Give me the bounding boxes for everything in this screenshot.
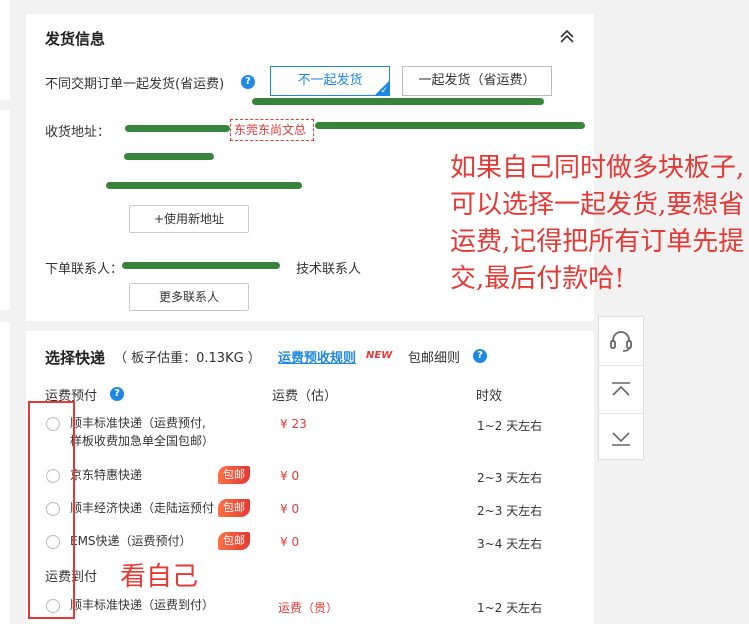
help-icon[interactable]: ? — [241, 75, 255, 89]
courier-name: EMS快递（运费预付） — [70, 534, 192, 548]
courier-name: 顺丰标准快递（运费到付） — [70, 598, 215, 612]
free-shipping-badge: 包邮 — [218, 532, 250, 550]
ship-together-option[interactable]: 一起发货（省运费） — [402, 66, 552, 96]
help-icon[interactable]: ? — [473, 349, 487, 363]
scroll-to-bottom-icon — [612, 432, 630, 446]
ship-separately-label: 不一起发货 — [297, 73, 363, 88]
new-badge: NEW — [366, 350, 393, 361]
courier-time: 2~3 天左右 — [477, 471, 543, 485]
col-fee: 运费（估） — [272, 389, 338, 404]
weight-note: （ 板子估重：0.13KG ） — [114, 351, 261, 366]
address-label: 收货地址： — [45, 125, 111, 140]
courier-time: 1~2 天左右 — [477, 601, 543, 615]
redaction-mark — [315, 122, 585, 129]
courier-time: 2~3 天左右 — [477, 504, 543, 518]
back-to-top-button[interactable] — [599, 365, 643, 414]
tech-contact-label: 技术联系人 — [296, 262, 362, 277]
left-panel-strip — [0, 110, 10, 310]
courier-time: 1~2 天左右 — [477, 419, 543, 433]
address-tag-text: 东莞东尚文总 — [234, 123, 307, 137]
collapse-chevron-icon[interactable] — [558, 28, 576, 44]
redaction-mark — [106, 182, 302, 189]
redaction-mark — [124, 153, 214, 160]
side-toolbar — [598, 316, 644, 460]
courier-price: ¥ 23 — [280, 417, 307, 431]
redaction-mark — [125, 125, 230, 132]
shipping-title: 发货信息 — [45, 30, 106, 48]
more-contacts-button[interactable]: 更多联系人 — [129, 283, 249, 311]
same-ship-label: 不同交期订单一起发货(省运费) — [45, 77, 225, 92]
courier-price: ¥ 0 — [280, 502, 300, 516]
ship-together-label: 一起发货（省运费） — [418, 73, 536, 88]
use-new-address-button[interactable]: +使用新地址 — [129, 205, 249, 233]
back-to-top-icon — [612, 382, 630, 396]
free-shipping-badge: 包邮 — [218, 499, 250, 517]
courier-name: 顺丰标准快递（运费预付, 样板收费加急单全国包邮） — [70, 416, 215, 448]
shipping-rules-link[interactable]: 运费预收规则 — [278, 347, 356, 366]
left-panel-strip — [0, 322, 10, 624]
redaction-mark — [252, 98, 544, 105]
courier-price: ¥ 0 — [280, 535, 300, 549]
free-shipping-rules[interactable]: 包邮细则 — [408, 347, 460, 366]
help-icon[interactable]: ? — [110, 387, 124, 401]
redaction-mark — [122, 262, 280, 269]
ship-separately-option[interactable]: 不一起发货 ✓ — [270, 66, 390, 96]
order-contact-label: 下单联系人： — [45, 262, 124, 277]
annotation-note: 如果自己同时做多块板子,可以选择一起发货,要想省运费,记得把所有订单先提交,最后… — [450, 153, 745, 294]
check-icon: ✓ — [380, 86, 388, 96]
courier-name: 顺丰经济快递（走陆运预付 — [70, 501, 215, 515]
col-time: 时效 — [476, 389, 503, 404]
courier-time: 3~4 天左右 — [477, 537, 543, 551]
courier-title: 选择快递 — [45, 349, 106, 367]
courier-price: ¥ 0 — [280, 469, 300, 483]
left-panel-strip — [0, 0, 10, 100]
customer-service-button[interactable] — [599, 317, 643, 365]
courier-price: 运费（贵） — [278, 601, 339, 615]
scroll-to-bottom-button[interactable] — [599, 413, 643, 462]
courier-name: 京东特惠快递 — [70, 468, 143, 482]
headset-icon — [610, 331, 632, 352]
free-shipping-badge: 包邮 — [218, 466, 250, 484]
annotation-note-side: 看自己 — [120, 562, 199, 592]
annotation-highlight-box — [28, 401, 75, 619]
